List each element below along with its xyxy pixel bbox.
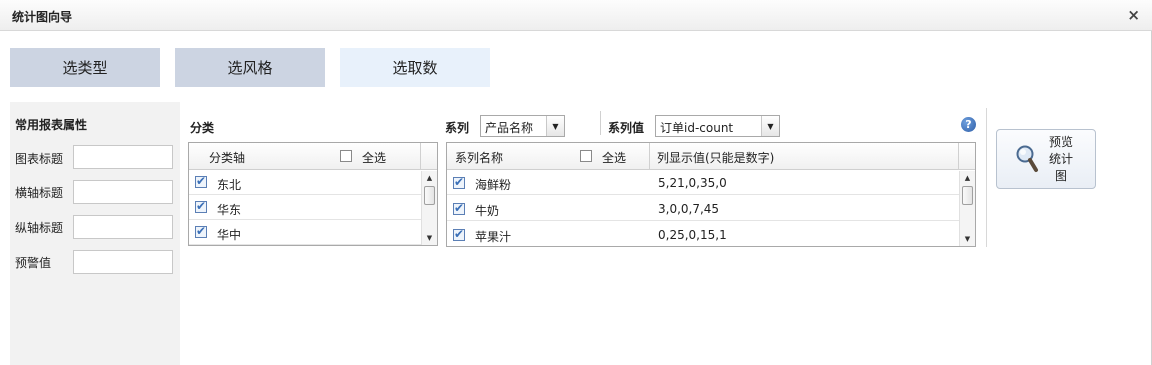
preview-label-line2: 统计 [1048,152,1073,166]
category-axis-header: 分类轴 [209,151,246,165]
category-select-all-label: 全选 [362,151,387,165]
chevron-down-icon[interactable]: ▼ [546,116,564,136]
scroll-down-icon[interactable]: ▼ [960,232,975,246]
series-select-all-label: 全选 [602,151,627,165]
series-values: 5,21,0,35,0 [658,176,727,190]
series-grid-header: 系列名称 全选 列显示值(只能是数字) [447,143,975,170]
category-checkbox[interactable] [195,174,207,188]
category-name: 华中 [217,228,242,242]
series-name: 海鲜粉 [475,178,512,192]
preview-button-label: 预览 统计 图 [1041,134,1081,185]
dialog-title: 统计图向导 [12,10,73,24]
scroll-up-icon[interactable]: ▲ [422,171,437,185]
scroll-up-icon[interactable]: ▲ [960,171,975,185]
preview-chart-button[interactable]: 预览 统计 图 [996,129,1096,189]
step-select-data[interactable]: 选取数 [340,48,490,87]
category-row[interactable]: 华中 [189,221,421,245]
chart-title-input[interactable] [73,145,173,169]
series-label: 系列 [445,121,470,135]
scroll-thumb[interactable] [424,186,435,205]
help-icon[interactable]: ? [961,117,976,132]
scroll-thumb[interactable] [962,186,973,205]
scroll-down-icon[interactable]: ▼ [422,231,437,245]
category-name: 华东 [217,203,242,217]
series-value-select-value: 订单id-count [660,121,734,135]
series-grid: 系列名称 全选 列显示值(只能是数字) 海鲜粉 5,21,0,35,0 牛奶 3… [446,142,976,247]
series-row[interactable]: 海鲜粉 5,21,0,35,0 [447,171,959,195]
category-name: 东北 [217,178,242,192]
category-checkbox[interactable] [195,224,207,238]
series-header-divider [649,143,650,170]
category-row[interactable]: 华东 [189,196,421,220]
series-values: 0,25,0,15,1 [658,228,727,242]
preview-label-line3: 图 [1054,169,1067,183]
step-select-style[interactable]: 选风格 [175,48,325,87]
properties-heading: 常用报表属性 [15,118,88,132]
warning-value-label: 预警值 [15,256,52,270]
panel-divider [986,108,987,247]
series-select-all-checkbox[interactable] [580,150,592,162]
x-axis-title-label: 横轴标题 [15,186,64,200]
series-name: 苹果汁 [475,230,512,244]
step-select-type[interactable]: 选类型 [10,48,160,87]
category-grid-header: 分类轴 全选 [189,143,437,170]
y-axis-title-input[interactable] [73,215,173,239]
close-icon[interactable]: × [1127,6,1140,24]
dialog-titlebar: 统计图向导 × [0,0,1152,31]
series-values: 3,0,0,7,45 [658,202,720,216]
series-scrollbar[interactable]: ▲ ▼ [959,171,975,246]
series-value-label: 系列值 [608,121,645,135]
series-checkbox[interactable] [453,175,465,189]
category-scrollbar[interactable]: ▲ ▼ [421,171,437,245]
series-select-value: 产品名称 [485,121,534,135]
chevron-down-icon[interactable]: ▼ [761,116,779,136]
properties-panel: 常用报表属性 图表标题 横轴标题 纵轴标题 预警值 [10,102,180,365]
category-select-all-checkbox[interactable] [340,150,352,162]
series-checkbox[interactable] [453,227,465,241]
series-value-select[interactable]: 订单id-count ▼ [655,115,780,137]
series-name: 牛奶 [475,204,500,218]
magnifier-icon [1015,144,1039,177]
series-values-header: 列显示值(只能是数字) [657,151,775,165]
series-select[interactable]: 产品名称 ▼ [480,115,565,137]
category-grid: 分类轴 全选 东北 华东 华中 ▲ ▼ [188,142,438,246]
x-axis-title-input[interactable] [73,180,173,204]
category-header-divider [420,143,421,170]
series-row[interactable]: 牛奶 3,0,0,7,45 [447,197,959,221]
series-row[interactable]: 苹果汁 0,25,0,15,1 [447,223,959,246]
toolbar-divider [600,111,601,135]
category-row[interactable]: 东北 [189,171,421,195]
preview-label-line1: 预览 [1048,135,1073,149]
series-name-header: 系列名称 [455,151,504,165]
y-axis-title-label: 纵轴标题 [15,221,64,235]
category-checkbox[interactable] [195,199,207,213]
category-label: 分类 [190,121,215,135]
warning-value-input[interactable] [73,250,173,274]
series-checkbox[interactable] [453,201,465,215]
series-header-divider [958,143,959,170]
chart-title-label: 图表标题 [15,152,64,166]
